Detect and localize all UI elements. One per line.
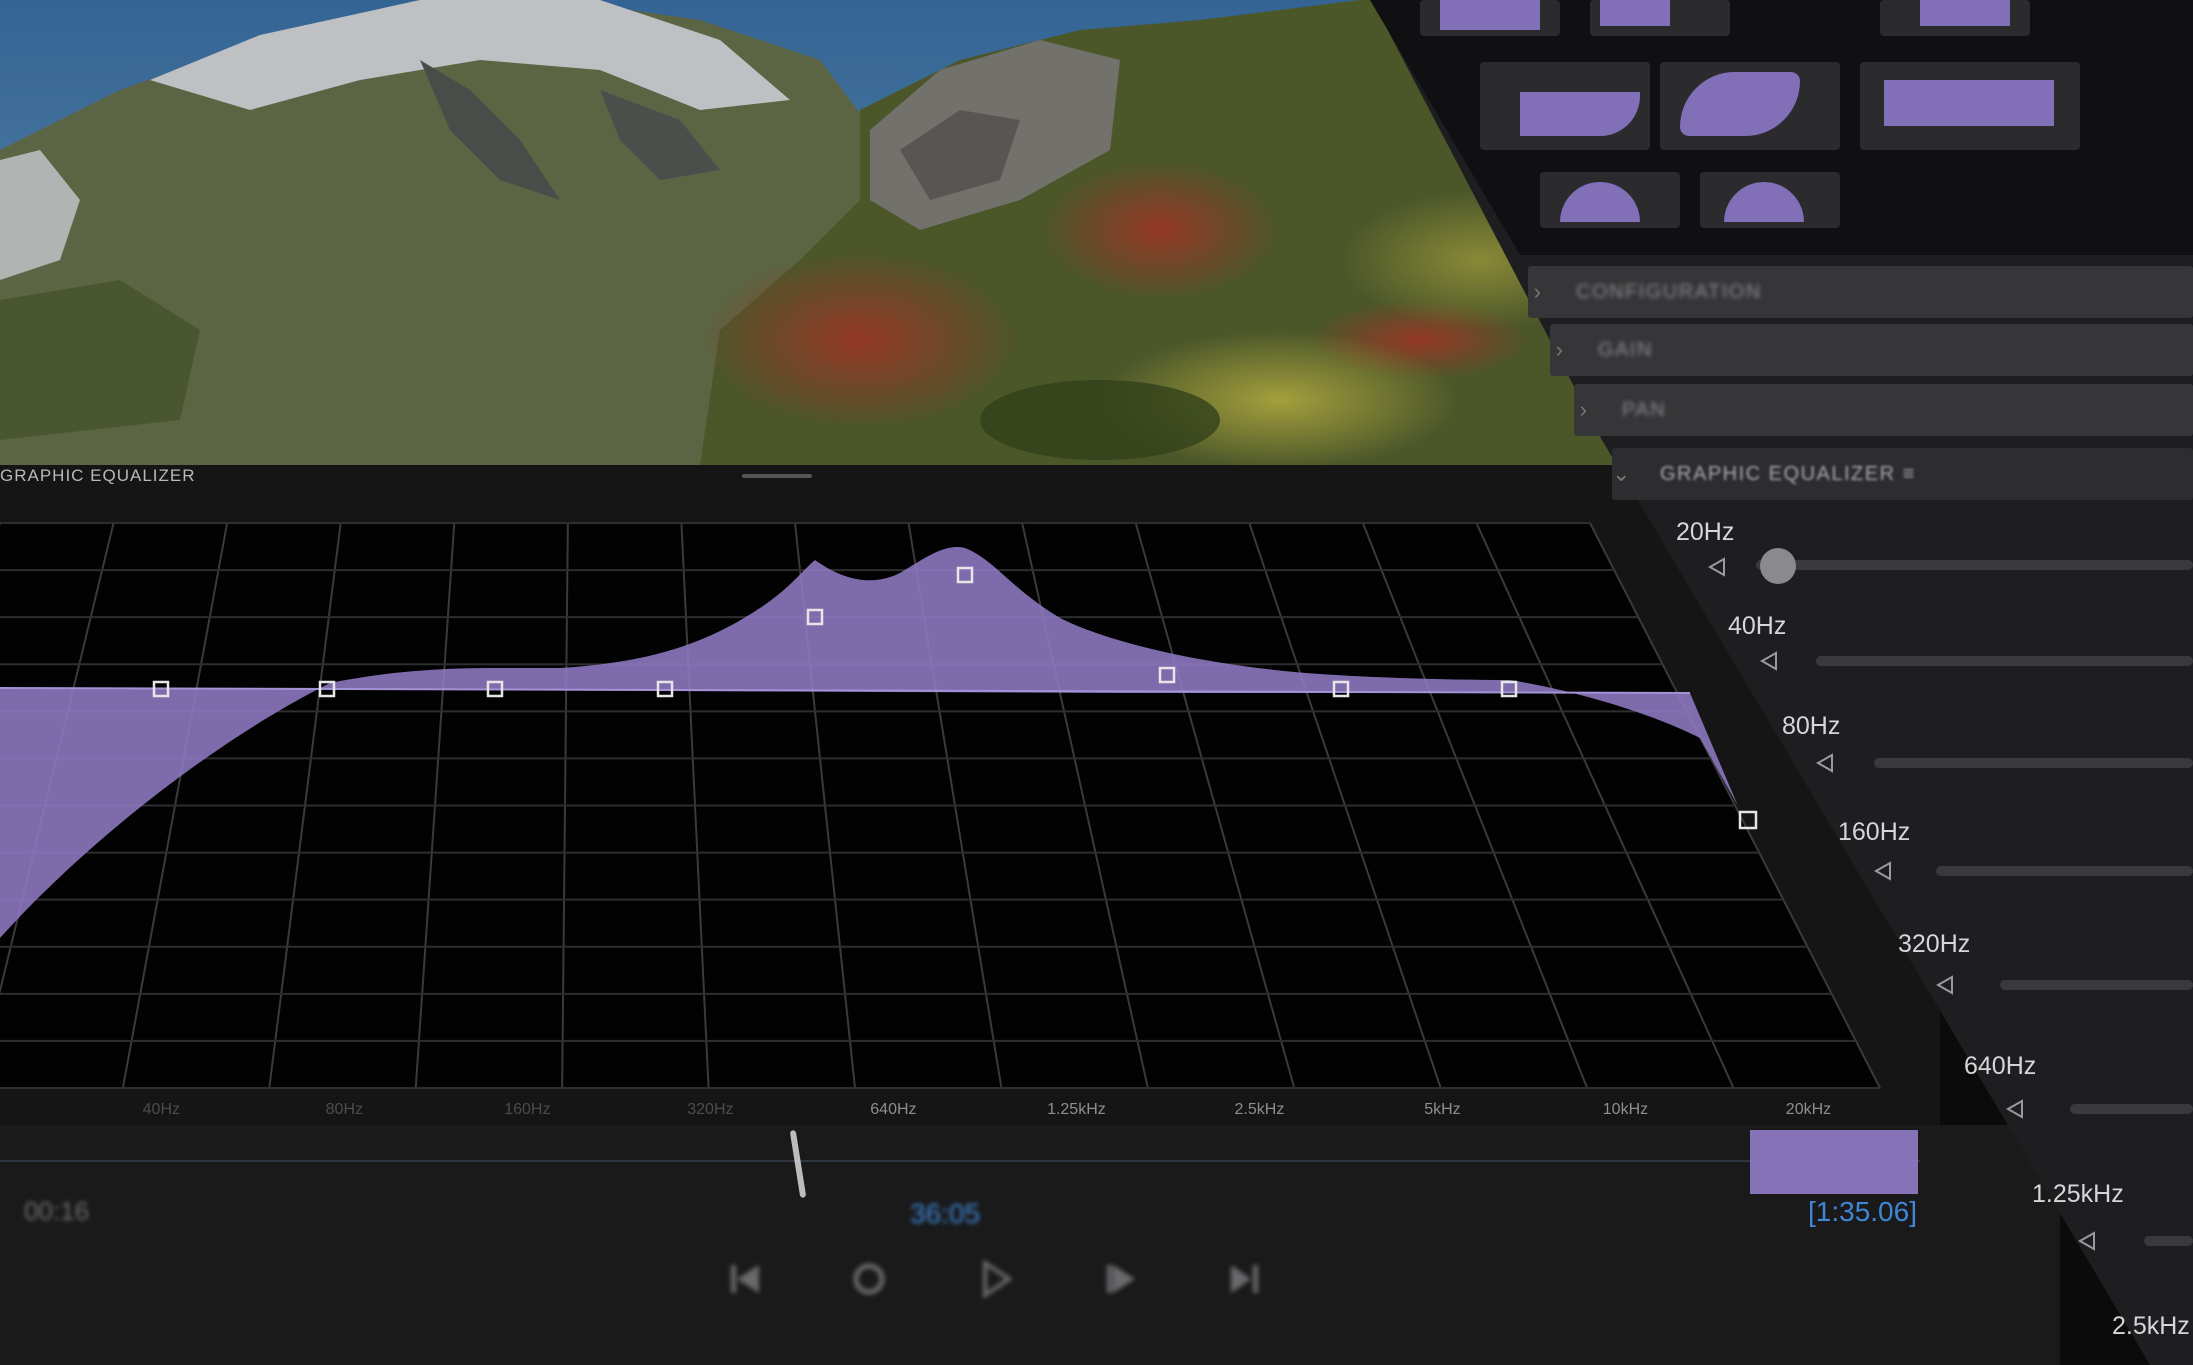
play-icon <box>983 1259 1013 1299</box>
eq-curve-graph[interactable]: 20Hz 40Hz 80Hz 160Hz 320Hz 640Hz 1.25kHz 2.5kHz… <box>0 488 1940 1128</box>
band-label-80hz: 80Hz <box>1782 712 1841 740</box>
effect-thumb[interactable] <box>1880 0 2030 36</box>
timecode-start: 00:16 <box>24 1196 90 1226</box>
band-label-2-5khz: 2.5kHz <box>2112 1312 2190 1340</box>
band-slider-1-25khz[interactable] <box>2144 1236 2193 1246</box>
chevron-right-icon: › <box>1579 397 1589 422</box>
triangle-left-icon[interactable] <box>1814 752 1836 774</box>
band-label-40hz: 40Hz <box>1728 612 1787 640</box>
video-preview[interactable] <box>0 0 1640 465</box>
band-slider-320hz[interactable] <box>2000 980 2193 990</box>
timecode-current: 36:05 <box>910 1198 981 1229</box>
effect-thumb[interactable] <box>1590 0 1730 36</box>
section-configuration[interactable]: › CONFIGURATION <box>1528 266 2193 318</box>
effect-thumb[interactable] <box>1860 62 2080 150</box>
step-back-icon <box>853 1263 885 1295</box>
step-forward-button[interactable] <box>1094 1252 1148 1306</box>
eq-frequency-axis: 20Hz40Hz80Hz160Hz320Hz640Hz1.25kHz2.5kHz… <box>143 1101 1832 1118</box>
band-label-160hz: 160Hz <box>1838 818 1911 846</box>
effect-thumb[interactable] <box>1700 172 1840 228</box>
triangle-left-icon[interactable] <box>2076 1230 2098 1252</box>
freq-tick-label: 320Hz <box>687 1101 733 1118</box>
freq-tick-label: 80Hz <box>326 1101 363 1118</box>
band-label-320hz: 320Hz <box>1898 930 1971 958</box>
freq-tick-label: 640Hz <box>870 1101 916 1118</box>
section-pan[interactable]: › PAN <box>1574 384 2193 436</box>
skip-start-icon <box>731 1265 759 1293</box>
freq-tick-label: 10kHz <box>1603 1101 1648 1118</box>
chevron-down-icon: ⌄ <box>1612 461 1632 486</box>
play-button[interactable] <box>968 1252 1022 1306</box>
effect-thumb[interactable] <box>1660 62 1840 150</box>
band-label-1-25khz: 1.25kHz <box>2032 1180 2124 1208</box>
section-gain[interactable]: › GAIN <box>1550 324 2193 376</box>
skip-end-icon <box>1231 1265 1258 1293</box>
freq-tick-label: 1.25kHz <box>1047 1101 1106 1118</box>
timeline-track[interactable] <box>0 1160 1920 1162</box>
timecode-end: [1:35.06] <box>1808 1196 1917 1227</box>
effect-thumb[interactable] <box>1480 62 1650 150</box>
triangle-left-icon[interactable] <box>1872 860 1894 882</box>
effect-thumb[interactable] <box>1420 0 1560 36</box>
freq-tick-label: 2.5kHz <box>1235 1101 1285 1118</box>
step-back-button[interactable] <box>842 1252 896 1306</box>
eq-graph-title: GRAPHIC EQUALIZER <box>0 466 196 485</box>
chevron-right-icon: › <box>1533 279 1543 304</box>
skip-start-button[interactable] <box>718 1252 772 1306</box>
chevron-right-icon: › <box>1555 337 1565 362</box>
band-slider-80hz[interactable] <box>1874 758 2193 768</box>
skip-end-button[interactable] <box>1218 1252 1272 1306</box>
band-knob-20hz[interactable] <box>1760 548 1796 584</box>
triangle-left-icon[interactable] <box>1758 650 1780 672</box>
band-slider-640hz[interactable] <box>2070 1104 2193 1114</box>
triangle-left-icon[interactable] <box>1934 974 1956 996</box>
mountain-image <box>0 0 1640 465</box>
band-label-640hz: 640Hz <box>1964 1052 2037 1080</box>
freq-tick-label: 40Hz <box>143 1101 180 1118</box>
section-graphic-equalizer[interactable]: ⌄ GRAPHIC EQUALIZER ≡ <box>1612 448 2193 500</box>
band-label-20hz: 20Hz <box>1676 518 1735 546</box>
effect-thumb[interactable] <box>1540 172 1680 228</box>
panel-resize-handle[interactable] <box>742 474 812 478</box>
triangle-left-icon[interactable] <box>2004 1098 2026 1120</box>
timeline-selection-region[interactable] <box>1750 1130 1918 1194</box>
step-forward-icon <box>1107 1265 1135 1293</box>
freq-tick-label: 20kHz <box>1786 1101 1831 1118</box>
band-slider-160hz[interactable] <box>1936 866 2193 876</box>
editor-scene: GRAPHIC EQUALIZER 20Hz 40Hz 80Hz 160Hz 320Hz… <box>0 0 2193 1365</box>
freq-tick-label: 160Hz <box>504 1101 550 1118</box>
freq-tick-label: 5kHz <box>1424 1101 1460 1118</box>
band-slider-40hz[interactable] <box>1816 656 2193 666</box>
triangle-left-icon[interactable] <box>1706 556 1728 578</box>
band-slider-20hz[interactable] <box>1756 560 2193 570</box>
